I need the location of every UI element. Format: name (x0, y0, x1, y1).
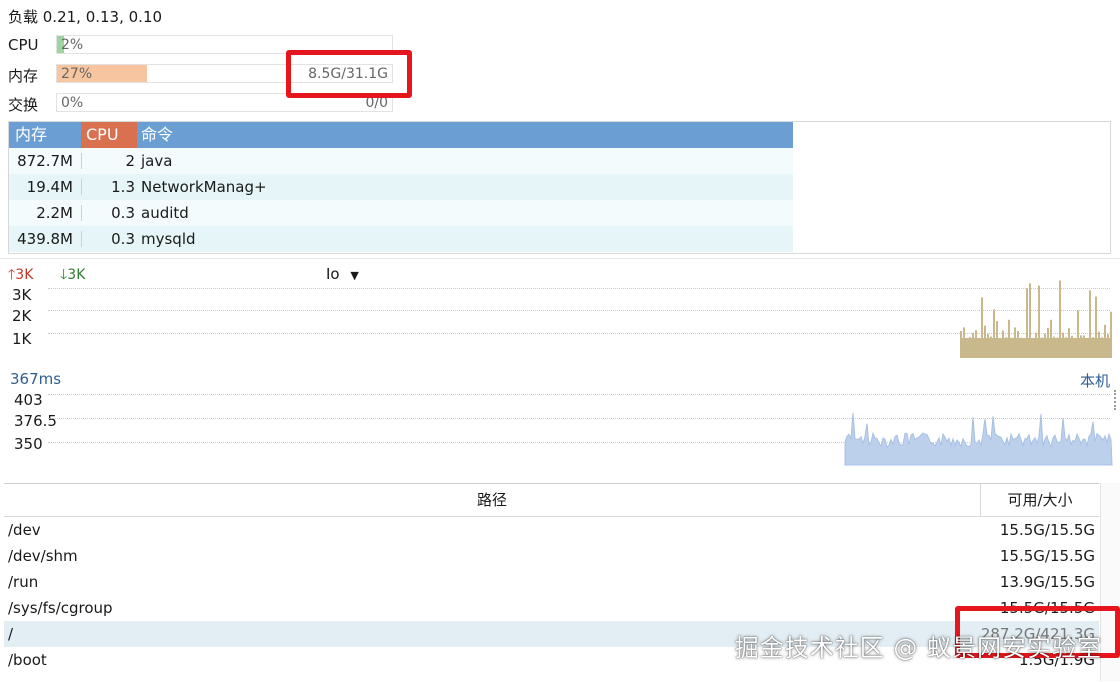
net-bar (1071, 335, 1073, 358)
cpu-label: CPU (8, 36, 39, 54)
net-bar (1014, 327, 1016, 358)
net-bar (1026, 288, 1028, 358)
net-bar (1005, 337, 1007, 358)
net-bar (993, 309, 995, 358)
net-bar (984, 325, 986, 358)
swap-label: 交换 (8, 96, 39, 114)
net-bar (1074, 337, 1076, 358)
disk-table-header: 路径 可用/大小 (4, 484, 1099, 517)
net-bar (1002, 330, 1004, 358)
column-header-path[interactable]: 路径 (4, 484, 980, 516)
net-bar (1107, 334, 1109, 358)
net-bar (1011, 337, 1013, 358)
net-bar (1110, 311, 1112, 358)
process-cpu: 0.3 (111, 204, 135, 222)
net-bar (978, 337, 980, 358)
net-bar (1077, 310, 1079, 358)
net-bar (975, 330, 977, 358)
net-bar (1095, 296, 1097, 358)
process-command: auditd (141, 204, 189, 222)
resize-handle[interactable] (1114, 390, 1119, 410)
net-bar (1017, 331, 1019, 358)
disk-path: /dev/shm (8, 547, 78, 565)
net-bar (1029, 283, 1031, 358)
disk-row[interactable]: /dev/shm 15.5G/15.5G (4, 543, 1099, 569)
net-bar (1038, 285, 1040, 358)
net-bar (1104, 324, 1106, 358)
disk-row[interactable]: /run 13.9G/15.5G (4, 569, 1099, 595)
net-bar (1086, 337, 1088, 358)
disk-path: /run (8, 573, 39, 591)
disk-size: 15.5G/15.5G (999, 521, 1095, 539)
net-bar (1089, 290, 1091, 358)
net-bar (1053, 336, 1055, 358)
disk-path: / (8, 625, 14, 643)
section-divider (0, 258, 1120, 259)
net-bar (1065, 337, 1067, 358)
net-bar (1059, 280, 1061, 358)
net-bar (1008, 319, 1010, 358)
watermark: 掘金技术社区 @ 蚁景网安实验室 (734, 634, 1102, 662)
process-row[interactable]: 19.4M 1.3 NetworkManag+ (9, 174, 793, 200)
process-table: 内存 CPU 命令 872.7M 2 java 19.4M 1.3 Networ… (8, 121, 1111, 254)
disk-row[interactable]: /dev 15.5G/15.5G (4, 517, 1099, 543)
disk-size: 13.9G/15.5G (999, 573, 1095, 591)
column-header-cpu[interactable]: CPU (86, 122, 119, 148)
net-bar (1062, 332, 1064, 358)
net-bar (972, 332, 974, 358)
disk-size: 15.5G/15.5G (999, 547, 1095, 565)
disk-path: /boot (8, 651, 47, 669)
net-bar (1068, 328, 1070, 358)
latency-chart (844, 412, 1113, 466)
net-bar (1098, 331, 1100, 358)
net-bar (960, 330, 962, 358)
process-row[interactable]: 872.7M 2 java (9, 148, 793, 174)
latency-area (844, 412, 1113, 466)
column-header-memory[interactable]: 内存 (15, 122, 47, 148)
net-bar (1041, 337, 1043, 358)
disk-path: /dev (8, 521, 41, 539)
memory-highlight-box (286, 50, 412, 98)
process-cpu: 1.3 (111, 178, 135, 196)
net-bar (996, 320, 998, 358)
net-bar (1023, 337, 1025, 358)
process-command: NetworkManag+ (141, 178, 267, 196)
net-bar (1020, 337, 1022, 358)
net-bar (1035, 332, 1037, 358)
process-row[interactable]: 439.8M 0.3 mysqld (9, 226, 793, 252)
cpu-percent: 2% (61, 37, 84, 53)
process-command: java (141, 152, 173, 170)
net-bar (1032, 337, 1034, 358)
column-header-command[interactable]: 命令 (141, 122, 173, 148)
process-table-header: 内存 CPU 命令 (9, 122, 793, 148)
net-bar (987, 333, 989, 358)
net-bar (1047, 328, 1049, 358)
memory-label: 内存 (8, 67, 39, 85)
net-bar (1101, 337, 1103, 358)
net-bar (963, 327, 965, 358)
net-bar (966, 337, 968, 358)
net-bar (1092, 337, 1094, 358)
memory-percent: 27% (61, 66, 93, 82)
column-header-size[interactable]: 可用/大小 (981, 484, 1099, 516)
process-row[interactable]: 2.2M 0.3 auditd (9, 200, 793, 226)
disk-row[interactable]: /sys/fs/cgroup 15.5G/15.5G (4, 595, 1099, 621)
net-bar (1056, 337, 1058, 358)
process-cpu: 0.3 (111, 230, 135, 248)
process-command: mysqld (141, 230, 196, 248)
swap-percent: 0% (61, 95, 84, 111)
net-bar (1083, 335, 1085, 358)
net-bar (1044, 333, 1046, 358)
process-cpu: 2 (125, 152, 135, 170)
net-bar (1050, 319, 1052, 358)
disk-path: /sys/fs/cgroup (8, 599, 113, 617)
load-average: 负载 0.21, 0.13, 0.10 (8, 8, 163, 26)
net-bar (990, 336, 992, 358)
net-bar (969, 337, 971, 358)
net-bar (1080, 335, 1082, 358)
net-bar (981, 297, 983, 358)
net-bar (999, 337, 1001, 358)
network-chart (960, 280, 1112, 358)
